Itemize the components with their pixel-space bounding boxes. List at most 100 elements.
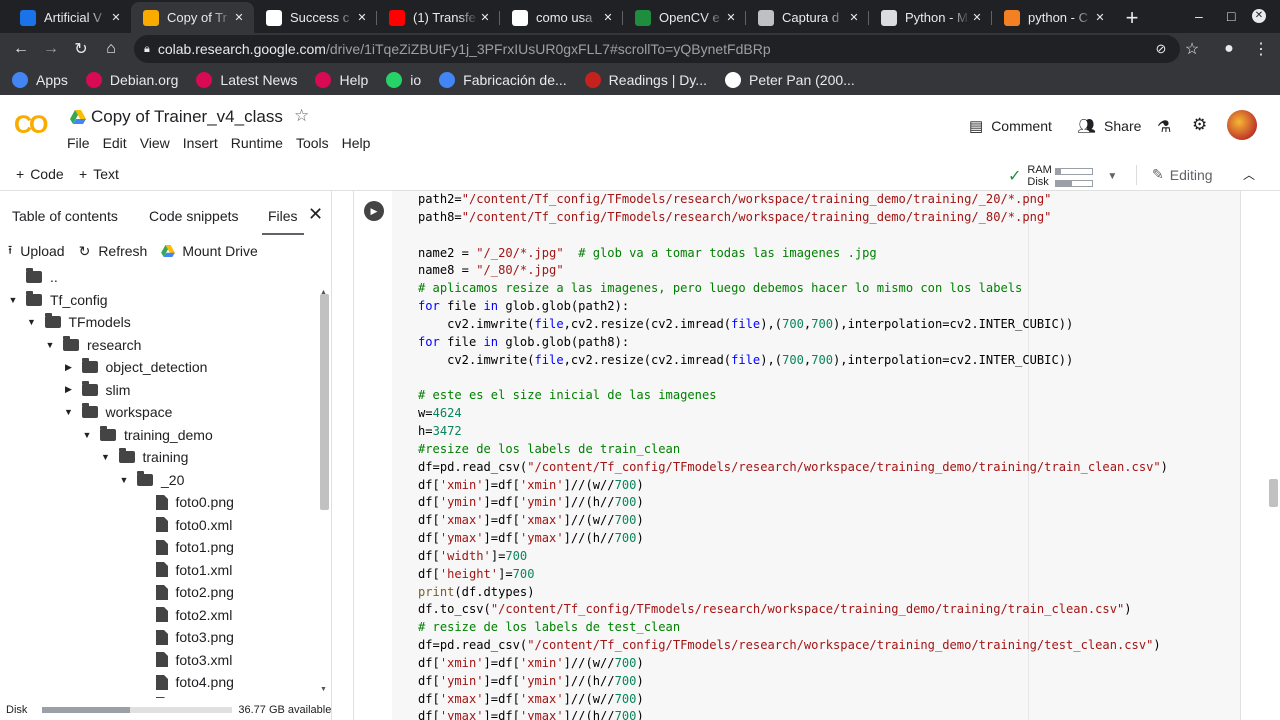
close-tab-icon[interactable]: ✕ bbox=[355, 11, 369, 24]
bookmark-item[interactable]: Latest News bbox=[196, 72, 297, 88]
close-tab-icon[interactable]: ✕ bbox=[478, 11, 492, 24]
browser-tab[interactable]: Artificial V ✕ bbox=[8, 2, 131, 33]
file-item[interactable]: foto3.png bbox=[155, 626, 234, 648]
runtime-dropdown-icon[interactable]: ▼ bbox=[1107, 171, 1117, 182]
folder-item[interactable]: ▼ training bbox=[101, 446, 188, 468]
caret-down-icon[interactable]: ▼ bbox=[82, 430, 92, 440]
file-item[interactable]: foto3.xml bbox=[155, 649, 232, 671]
bookmark-item[interactable]: Readings | Dy... bbox=[584, 72, 707, 88]
file-item[interactable]: foto0.png bbox=[155, 491, 234, 513]
drive-icon[interactable] bbox=[70, 110, 86, 124]
file-item[interactable]: foto4.xml bbox=[155, 694, 232, 698]
settings-gear-icon[interactable]: ⚙︎ bbox=[1192, 115, 1207, 135]
profile-icon[interactable]: ● bbox=[1214, 34, 1244, 64]
browser-tab[interactable]: (1) Transfe ✕ bbox=[377, 2, 500, 33]
collapse-header-icon[interactable]: ︿ bbox=[1243, 166, 1255, 183]
code-cell[interactable]: ▶ path2="/content/Tf_config/TFmodels/res… bbox=[353, 191, 1241, 720]
menu-tools[interactable]: Tools bbox=[296, 135, 329, 151]
folder-item[interactable]: ▼ TFmodels bbox=[27, 311, 131, 333]
menu-view[interactable]: View bbox=[140, 135, 170, 151]
close-tab-icon[interactable]: ✕ bbox=[724, 11, 738, 24]
folder-item[interactable]: ▼ training_demo bbox=[82, 424, 213, 446]
bookmark-star-icon[interactable]: ☆ bbox=[1177, 34, 1207, 64]
forward-icon[interactable]: → bbox=[36, 34, 66, 64]
caret-down-icon[interactable]: ▼ bbox=[27, 317, 37, 327]
close-tab-icon[interactable]: ✕ bbox=[601, 11, 615, 24]
caret-down-icon[interactable]: ▼ bbox=[8, 295, 18, 305]
bookmark-item[interactable]: Debian.org bbox=[85, 72, 178, 88]
file-item[interactable]: foto4.png bbox=[155, 671, 234, 693]
folder-item[interactable]: ▼ workspace bbox=[64, 401, 172, 423]
menu-help[interactable]: Help bbox=[342, 135, 371, 151]
folder-item[interactable]: ▶ object_detection bbox=[64, 356, 207, 378]
bookmark-item[interactable]: Fabricación de... bbox=[439, 72, 567, 88]
editing-mode-button[interactable]: ✎ Editing bbox=[1152, 166, 1213, 183]
browser-menu-icon[interactable]: ⋮ bbox=[1246, 34, 1276, 64]
caret-down-icon[interactable]: ▼ bbox=[101, 452, 111, 462]
refresh-button[interactable]: Refresh bbox=[98, 243, 147, 259]
cookie-blocked-icon[interactable]: ⊘ bbox=[1146, 34, 1176, 64]
star-icon[interactable]: ☆ bbox=[294, 106, 309, 126]
close-tab-icon[interactable]: ✕ bbox=[847, 11, 861, 24]
run-cell-button[interactable]: ▶ bbox=[364, 201, 384, 221]
reload-icon[interactable]: ↻ bbox=[66, 34, 96, 64]
minimize-button[interactable]: – bbox=[1195, 0, 1203, 31]
comment-button[interactable]: ▤ Comment bbox=[969, 117, 1052, 135]
menu-file[interactable]: File bbox=[67, 135, 90, 151]
close-tab-icon[interactable]: ✕ bbox=[109, 11, 123, 24]
scroll-up-icon[interactable]: ▲ bbox=[320, 289, 327, 296]
menu-edit[interactable]: Edit bbox=[103, 135, 127, 151]
back-icon[interactable]: ← bbox=[6, 34, 36, 64]
browser-tab[interactable]: OpenCV e ✕ bbox=[623, 2, 746, 33]
close-sidebar-icon[interactable]: ✕ bbox=[308, 204, 323, 225]
bookmark-item[interactable]: io bbox=[386, 72, 421, 88]
home-icon[interactable]: ⌂ bbox=[96, 34, 126, 64]
share-button[interactable]: 👥︎ Share bbox=[1077, 117, 1141, 135]
runtime-status[interactable]: ✓ RAM Disk ▼ bbox=[1008, 164, 1117, 188]
new-tab-button[interactable]: + bbox=[1115, 2, 1149, 33]
close-tab-icon[interactable]: ✕ bbox=[232, 11, 246, 24]
address-bar[interactable]: 🔒︎ colab.research.google.com/drive/1iTqe… bbox=[134, 35, 1180, 63]
scroll-down-icon[interactable]: ▼ bbox=[320, 686, 327, 693]
browser-tab[interactable]: Copy of Tr ✕ bbox=[131, 2, 254, 33]
notebook-title[interactable]: Copy of Trainer_v4_class bbox=[91, 107, 283, 127]
bookmark-item[interactable]: Help bbox=[315, 72, 368, 88]
flask-icon[interactable]: ⚗︎ bbox=[1157, 117, 1171, 137]
add-text-button[interactable]: + Text bbox=[79, 166, 119, 182]
close-tab-icon[interactable]: ✕ bbox=[1093, 11, 1107, 24]
mount-drive-button[interactable]: Mount Drive bbox=[182, 243, 257, 259]
menu-insert[interactable]: Insert bbox=[183, 135, 218, 151]
tab-code-snippets[interactable]: Code snippets bbox=[149, 208, 239, 224]
add-code-button[interactable]: + Code bbox=[16, 166, 64, 182]
bookmark-item[interactable]: Apps bbox=[12, 72, 68, 88]
file-item[interactable]: foto1.xml bbox=[155, 559, 232, 581]
folder-item[interactable]: ▶ slim bbox=[64, 379, 130, 401]
colab-logo[interactable]: CO bbox=[14, 111, 48, 140]
tab-files[interactable]: Files bbox=[262, 208, 304, 235]
folder-item[interactable]: .. bbox=[26, 266, 58, 288]
browser-tab[interactable]: como usa ✕ bbox=[500, 2, 623, 33]
file-item[interactable]: foto0.xml bbox=[155, 514, 232, 536]
close-tab-icon[interactable]: ✕ bbox=[970, 11, 984, 24]
caret-down-icon[interactable]: ▼ bbox=[64, 407, 74, 417]
upload-button[interactable]: Upload bbox=[20, 243, 64, 259]
browser-tab[interactable]: Success c ✕ bbox=[254, 2, 377, 33]
maximize-button[interactable]: □ bbox=[1227, 0, 1235, 31]
browser-tab[interactable]: python - C ✕ bbox=[992, 2, 1115, 33]
folder-item[interactable]: ▼ Tf_config bbox=[8, 289, 108, 311]
caret-down-icon[interactable]: ▼ bbox=[119, 475, 129, 485]
file-item[interactable]: foto2.png bbox=[155, 581, 234, 603]
avatar[interactable] bbox=[1227, 110, 1257, 140]
file-item[interactable]: foto2.xml bbox=[155, 604, 232, 626]
close-window-button[interactable]: ✕ bbox=[1252, 0, 1266, 31]
file-item[interactable]: foto1.png bbox=[155, 536, 234, 558]
bookmark-item[interactable]: Peter Pan (200... bbox=[724, 72, 855, 88]
menu-runtime[interactable]: Runtime bbox=[231, 135, 283, 151]
folder-item[interactable]: ▼ _20 bbox=[119, 469, 184, 491]
caret-right-icon[interactable]: ▶ bbox=[64, 362, 74, 373]
tab-table-of-contents[interactable]: Table of contents bbox=[12, 208, 118, 224]
folder-item[interactable]: ▼ research bbox=[45, 334, 141, 356]
browser-tab[interactable]: Python - M ✕ bbox=[869, 2, 992, 33]
caret-right-icon[interactable]: ▶ bbox=[64, 384, 74, 395]
caret-down-icon[interactable]: ▼ bbox=[45, 340, 55, 350]
